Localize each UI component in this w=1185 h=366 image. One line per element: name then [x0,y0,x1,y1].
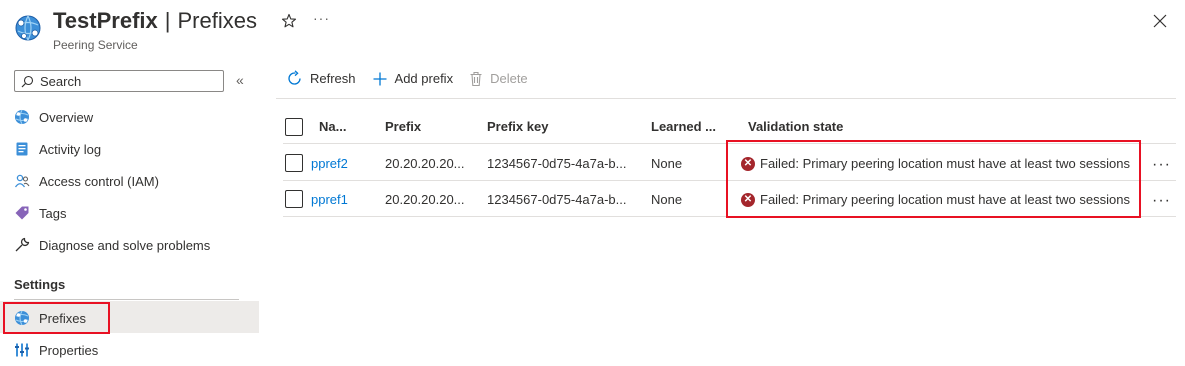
learned-value: None [651,192,683,207]
toolbar-divider [276,98,1176,99]
prefix-name-link[interactable]: ppref1 [311,192,348,207]
sidebar-item-label: Properties [39,342,99,358]
sidebar-item-label: Activity log [39,141,102,157]
refresh-button[interactable]: Refresh [286,70,356,87]
column-header-validation-state[interactable]: Validation state [748,119,843,134]
close-icon[interactable] [1153,14,1167,28]
properties-icon [14,342,30,358]
search-box[interactable] [14,70,224,92]
command-bar: Refresh Add prefix Delete [286,70,544,87]
tag-icon [14,205,30,221]
people-icon [14,173,30,189]
collapse-sidebar-icon[interactable]: « [236,72,244,88]
row-more-options-icon[interactable]: ··· [1152,193,1171,209]
sidebar-item-properties[interactable]: Properties [14,338,98,362]
sidebar-item-label: Tags [39,205,67,221]
sidebar-item-access-control[interactable]: Access control (IAM) [14,169,159,193]
refresh-icon [288,70,301,85]
delete-label: Delete [490,71,528,86]
wrench-icon [14,237,30,253]
sidebar-item-activity-log[interactable]: Activity log [14,137,101,161]
column-header-name[interactable]: Na... [319,119,346,134]
trash-icon [470,71,482,86]
title-separator: | [164,8,171,33]
prefix-key-value: 1234567-0d75-4a7a-b... [487,192,627,207]
select-all-checkbox[interactable] [285,118,303,136]
sidebar-item-overview[interactable]: Overview [14,105,93,129]
prefix-key-value: 1234567-0d75-4a7a-b... [487,156,627,171]
search-icon [21,75,34,87]
learned-value: None [651,156,683,171]
activity-log-icon [14,141,30,157]
settings-section-header: Settings [14,277,66,292]
blade-name: Prefixes [177,8,257,33]
row-checkbox[interactable] [285,154,303,172]
column-header-learned[interactable]: Learned ... [651,119,716,134]
globe-icon [14,109,30,125]
resource-name: TestPrefix [53,8,158,33]
sidebar-item-diagnose[interactable]: Diagnose and solve problems [14,233,210,257]
row-more-options-icon[interactable]: ··· [1152,157,1171,173]
favorite-star-icon[interactable] [281,13,297,29]
prefix-value: 20.20.20.20... [385,156,465,171]
peering-service-icon [15,15,41,41]
sidebar-item-tags[interactable]: Tags [14,201,66,225]
highlight-box-validation [726,140,1141,218]
row-checkbox[interactable] [285,190,303,208]
prefix-name-link[interactable]: ppref2 [311,156,348,171]
sidebar-item-label: Diagnose and solve problems [39,237,211,253]
column-header-prefix-key[interactable]: Prefix key [487,119,548,134]
sidebar-item-label: Access control (IAM) [39,173,159,189]
more-options-icon[interactable]: ··· [313,10,330,26]
plus-icon [373,72,387,85]
delete-button[interactable]: Delete [469,71,528,87]
resource-type: Peering Service [53,38,138,52]
add-prefix-label: Add prefix [394,71,454,86]
refresh-label: Refresh [310,71,356,86]
section-divider [14,299,239,300]
column-header-prefix[interactable]: Prefix [385,119,421,134]
prefix-value: 20.20.20.20... [385,192,465,207]
sidebar-item-label: Overview [39,109,94,125]
search-input[interactable] [40,73,210,89]
add-prefix-button[interactable]: Add prefix [372,71,454,87]
page-title: TestPrefix | Prefixes [53,8,257,34]
highlight-box-prefixes [3,302,110,334]
